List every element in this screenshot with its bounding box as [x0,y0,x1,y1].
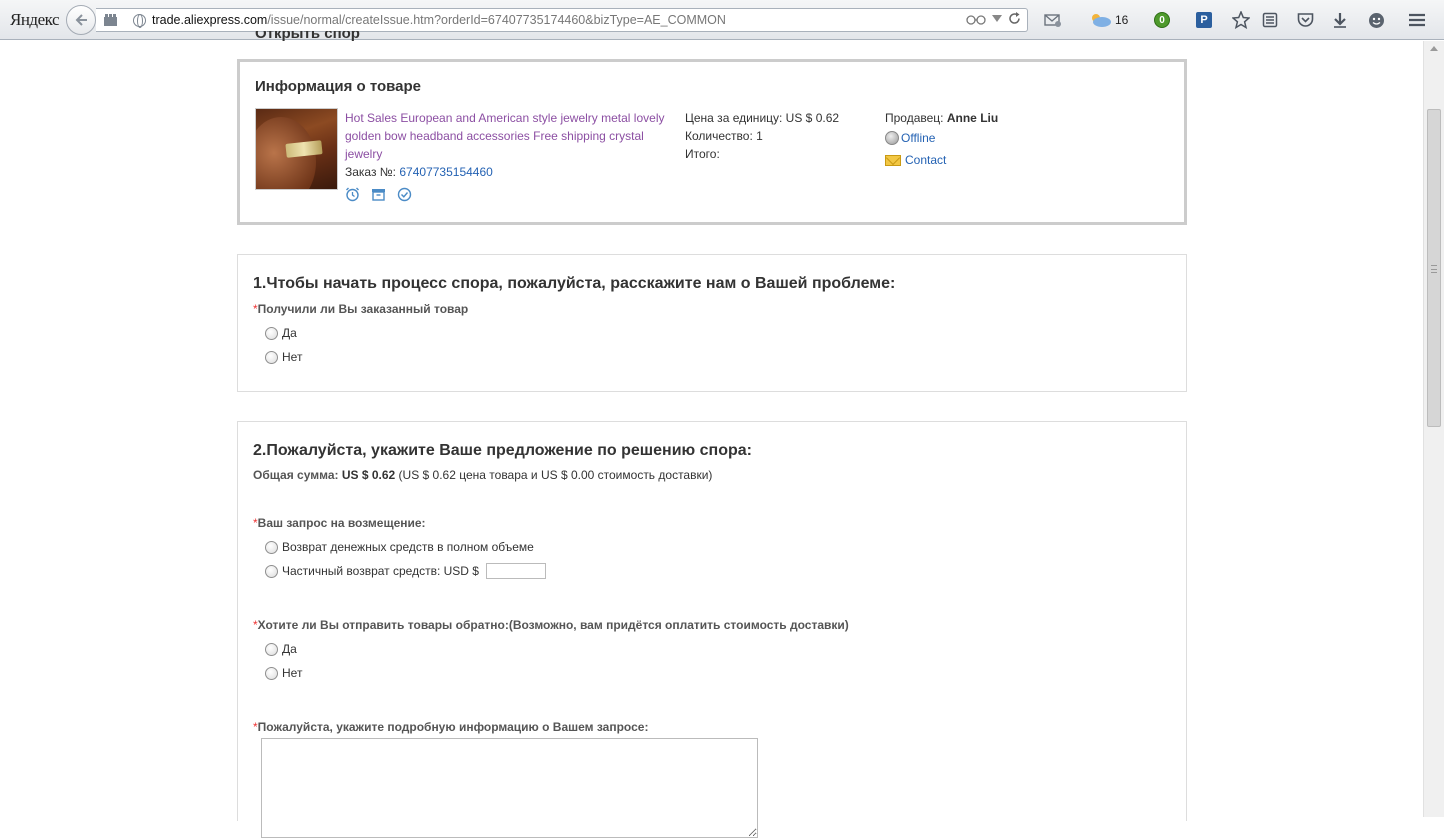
return-no-label: Нет [282,666,303,680]
product-name-link[interactable]: Hot Sales European and American style je… [345,109,680,163]
url-actions [966,12,1021,25]
contact-link[interactable]: Contact [905,153,946,167]
vertical-scrollbar[interactable] [1423,41,1444,817]
offline-status-icon [885,131,899,145]
details-question-label: *Пожалуйста, укажите подробную информаци… [253,720,648,734]
total-amount-detail: (US $ 0.62 цена товара и US $ 0.00 стоим… [395,468,713,482]
product-info-box: Информация о товаре Hot Sales European a… [237,59,1187,225]
bookmark-star-icon[interactable] [1232,10,1250,30]
received-yes-label: Да [282,326,297,340]
partial-refund-option[interactable]: Частичный возврат средств: USD $ [265,563,546,579]
scroll-thumb[interactable] [1427,109,1441,427]
envelope-icon [885,154,901,166]
received-yes-option[interactable]: Да [265,326,297,340]
received-no-option[interactable]: Нет [265,350,302,364]
seller-label: Продавец: [885,111,944,125]
total-amount-value: US $ 0.62 [341,468,396,482]
quantity: Количество: 1 [685,129,763,143]
url-text[interactable]: trade.aliexpress.com/issue/normal/create… [152,13,726,27]
received-question-text: Получили ли Вы заказанный товар [257,302,469,316]
weather-widget[interactable]: 16 [1088,10,1128,30]
return-yes-label: Да [282,642,297,656]
dispute-problem-section: 1.Чтобы начать процесс спора, пожалуйста… [237,254,1187,392]
dispute-solution-section: 2.Пожалуйста, укажите Ваше предложение п… [237,421,1187,838]
refund-question-text: Ваш запрос на возмещение: [257,516,426,530]
browser-brand-logo[interactable]: Яндекс [10,10,60,30]
partial-refund-radio[interactable] [265,564,278,578]
page-heading-text: Открыть спор [255,31,360,42]
order-number-link[interactable]: 67407735154460 [399,165,492,179]
details-textarea[interactable] [261,738,758,838]
return-no-radio[interactable] [265,666,278,680]
partial-refund-amount-input[interactable] [485,563,546,579]
dropdown-arrow-icon[interactable] [992,14,1002,23]
tabs-icon[interactable] [104,14,117,26]
p-extension[interactable]: P [1196,10,1212,30]
details-question-text: Пожалуйста, укажите подробную информацию… [257,720,649,734]
page-heading-clipped: Открыть спор [255,31,385,43]
price-column: Цена за единицу: US $ 0.62 Количество: 1… [685,109,839,163]
url-path: /issue/normal/createIssue.htm?orderId=67… [267,13,726,27]
order-action-icons [345,187,412,202]
green-badge-icon: 0 [1154,12,1170,28]
seller-status[interactable]: Offline [885,131,998,145]
return-yes-option[interactable]: Да [265,642,297,656]
archive-box-icon[interactable] [371,187,386,202]
reload-icon[interactable] [1008,12,1021,25]
return-no-option[interactable]: Нет [265,666,302,680]
total-amount-label: Общая сумма: [253,468,339,482]
order-total: Итого: [685,147,720,161]
refresh-check-icon[interactable] [397,187,412,202]
browser-toolbar: Яндекс trade.aliexpress.com/issue/normal… [0,0,1444,40]
reading-list-icon[interactable] [1262,10,1278,30]
pocket-icon[interactable] [1297,10,1314,30]
mail-icon[interactable] [1044,10,1062,30]
full-refund-option[interactable]: Возврат денежных средств в полном объеме [265,540,534,554]
offline-status-link[interactable]: Offline [901,131,935,145]
contact-seller[interactable]: Contact [885,153,998,167]
refund-question-label: *Ваш запрос на возмещение: [253,516,426,530]
partial-refund-label: Частичный возврат средств: USD $ [282,564,479,578]
total-amount-line: Общая сумма: US $ 0.62 (US $ 0.62 цена т… [253,468,712,482]
back-button[interactable] [66,5,96,35]
download-icon[interactable] [1333,10,1347,30]
received-no-label: Нет [282,350,303,364]
received-question-label: *Получили ли Вы заказанный товар [253,302,468,316]
smiley-icon[interactable] [1368,10,1385,30]
url-domain: trade.aliexpress.com [152,13,268,27]
order-number-label: Заказ №: [345,165,397,179]
glasses-icon[interactable] [966,13,986,25]
p-extension-icon: P [1196,12,1212,28]
weather-temperature: 16 [1115,13,1129,27]
received-yes-radio[interactable] [265,326,278,340]
toolbar-icons: 16 0 P [1040,10,1440,30]
arrow-left-icon [75,14,87,26]
globe-icon [133,14,146,28]
full-refund-radio[interactable] [265,540,278,554]
section-1-title: 1.Чтобы начать процесс спора, пожалуйста… [253,275,896,292]
product-thumbnail[interactable] [255,108,338,190]
alarm-clock-icon[interactable] [345,187,360,202]
seller-column: Продавец: Anne Liu Offline Contact [885,109,998,167]
extension-counter[interactable]: 0 [1154,10,1170,30]
order-number-line: Заказ №: 67407735154460 [345,165,493,179]
menu-hamburger-icon[interactable] [1408,10,1426,30]
section-2-title: 2.Пожалуйста, укажите Ваше предложение п… [253,442,752,459]
full-refund-label: Возврат денежных средств в полном объеме [282,540,534,554]
return-question-text: Хотите ли Вы отправить товары обратно:(В… [257,618,849,632]
seller-line: Продавец: Anne Liu [885,109,998,127]
return-yes-radio[interactable] [265,642,278,656]
return-question-label: *Хотите ли Вы отправить товары обратно:(… [253,618,849,632]
product-info-title: Информация о товаре [255,78,422,95]
address-bar[interactable]: trade.aliexpress.com/issue/normal/create… [96,8,1028,32]
received-no-radio[interactable] [265,350,278,364]
unit-price: Цена за единицу: US $ 0.62 [685,111,840,125]
seller-name: Anne Liu [946,111,999,125]
scroll-grip-icon [1431,265,1437,273]
weather-cloud-icon [1092,14,1111,27]
scroll-up-arrow-icon[interactable] [1430,46,1438,51]
